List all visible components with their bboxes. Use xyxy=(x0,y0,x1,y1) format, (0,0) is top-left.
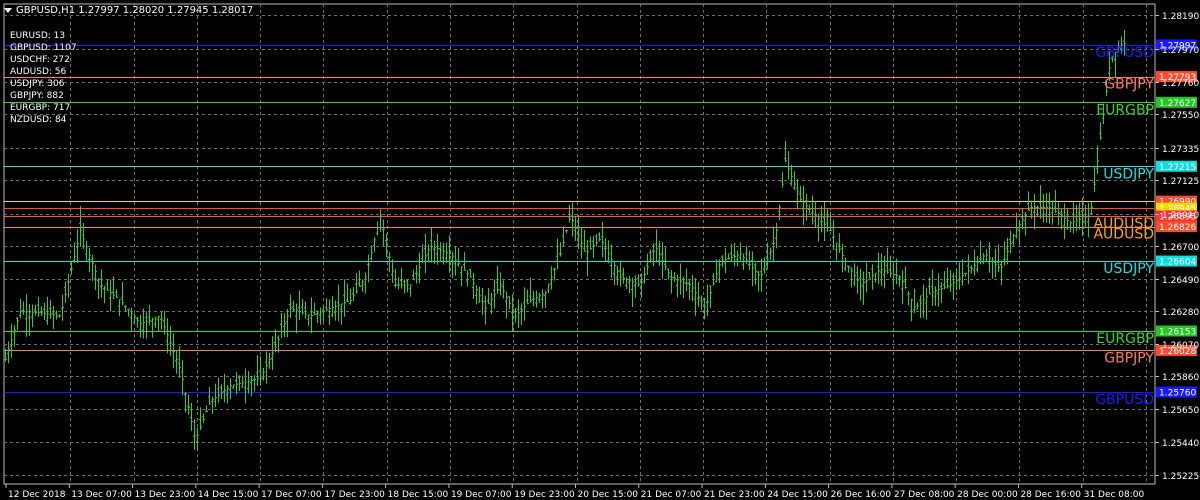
level-name-label: GBPUSD xyxy=(1095,45,1154,61)
price-tag-label: 1.26153 xyxy=(1159,328,1196,338)
price-tag-label: 1.26826 xyxy=(1159,223,1196,233)
time-tick-label: 18 Dec 15:00 xyxy=(388,490,449,500)
time-tick-label: 21 Dec 07:00 xyxy=(641,490,702,500)
count-eurusd: EURUSD: 13 xyxy=(10,31,66,41)
price-tick-label: 1.26490 xyxy=(1162,276,1199,286)
price-tag-label: 1.27215 xyxy=(1159,163,1196,173)
count-audusd: AUDUSD: 56 xyxy=(10,67,67,77)
level-name-label: USDJPY xyxy=(1103,166,1154,182)
time-tick-label: 31 Dec 08:00 xyxy=(1084,490,1145,500)
level-name-label: EURGBP xyxy=(1096,102,1154,118)
time-tick-label: 19 Dec 23:00 xyxy=(514,490,575,500)
price-tick-label: 1.27125 xyxy=(1162,177,1199,187)
price-tick-label: 1.26700 xyxy=(1162,243,1199,253)
price-tick-label: 1.27760 xyxy=(1162,79,1199,89)
price-tick-label: 1.27970 xyxy=(1162,46,1199,56)
price-tick-label: 1.25860 xyxy=(1162,373,1199,383)
level-name-label: EURGBP xyxy=(1096,331,1154,347)
chart-title[interactable]: GBPUSD,H1 1.27997 1.28020 1.27945 1.2801… xyxy=(4,5,253,16)
time-tick-label: 28 Dec 16:00 xyxy=(1020,490,1081,500)
count-eurgbp: EURGBP: 717 xyxy=(10,103,71,113)
chevron-down-icon xyxy=(4,7,12,13)
time-tick-label: 24 Dec 15:00 xyxy=(767,490,828,500)
price-tick-label: 1.25440 xyxy=(1162,439,1199,449)
price-tick-label: 1.26280 xyxy=(1162,308,1199,318)
level-name-label: GBPUSD xyxy=(1095,392,1154,408)
time-tick-label: 17 Dec 07:00 xyxy=(261,490,322,500)
price-chart[interactable]: GBPUSD 1.27997GBPJPY 1.27793EURGBP 1.27627U… xyxy=(0,0,1200,500)
price-tick-label: 1.27335 xyxy=(1162,145,1199,155)
time-tick-label: 17 Dec 23:00 xyxy=(324,490,385,500)
price-tag-label: 1.25760 xyxy=(1159,388,1196,398)
price-tick-label: 1.26070 xyxy=(1162,341,1199,351)
count-gbpusd: GBPUSD: 1107 xyxy=(10,43,77,53)
chart-grid xyxy=(3,3,1156,485)
count-gbpjpy: GBPJPY: 882 xyxy=(10,91,64,101)
chart-frame xyxy=(3,3,1156,485)
time-tick-label: 13 Dec 23:00 xyxy=(135,490,196,500)
price-tick-label: 1.25225 xyxy=(1162,472,1199,482)
time-tick-label: 14 Dec 15:00 xyxy=(198,490,259,500)
price-tag-label: 1.26604 xyxy=(1159,258,1196,268)
price-tick-label: 1.25650 xyxy=(1162,406,1199,416)
level-name-label: GBPJPY xyxy=(1104,77,1154,93)
time-tick-label: 19 Dec 07:00 xyxy=(451,490,512,500)
time-tick-label: 13 Dec 07:00 xyxy=(71,490,132,500)
time-tick-label: 28 Dec 00:00 xyxy=(957,490,1018,500)
pair-counts-panel: EURUSD: 13 GBPUSD: 1107 USDCHF: 272 AUDU… xyxy=(10,30,77,126)
price-tag-label: 1.27627 xyxy=(1159,99,1196,109)
count-usdchf: USDCHF: 272 xyxy=(10,55,70,65)
symbol-info: GBPUSD,H1 1.27997 1.28020 1.27945 1.2801… xyxy=(16,5,254,16)
level-labels: GBPUSD 1.27997GBPJPY 1.27793EURGBP 1.27627U… xyxy=(1093,39,1197,408)
time-tick-label: 20 Dec 15:00 xyxy=(578,490,639,500)
price-tick-label: 1.27550 xyxy=(1162,111,1199,121)
time-tick-label: 21 Dec 23:00 xyxy=(704,490,765,500)
time-tick-label: 12 Dec 2018 xyxy=(8,490,66,500)
count-nzdusd: NZDUSD: 84 xyxy=(10,115,67,125)
level-lines xyxy=(4,45,1155,393)
time-tick-label: 27 Dec 08:00 xyxy=(894,490,955,500)
level-name-label: USDJPY xyxy=(1103,261,1154,277)
price-tick-label: 1.26910 xyxy=(1162,211,1199,221)
time-tick-label: 26 Dec 16:00 xyxy=(831,490,892,500)
price-bars xyxy=(4,30,1126,451)
price-tick-label: 1.28190 xyxy=(1162,12,1199,22)
level-name-label: GBPJPY xyxy=(1104,350,1154,366)
level-name-label: AUDUSD xyxy=(1093,227,1154,243)
count-usdjpy: USDJPY: 306 xyxy=(10,79,65,89)
